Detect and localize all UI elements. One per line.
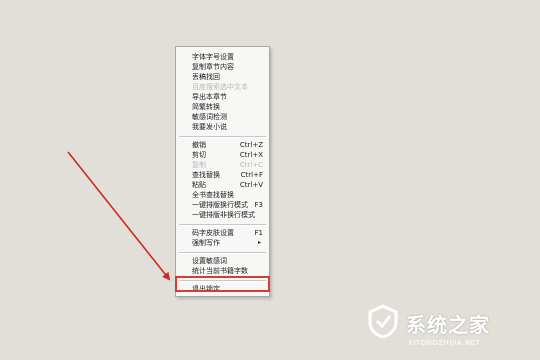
watermark-title: 系统之家 bbox=[406, 313, 490, 337]
shield-icon bbox=[368, 304, 398, 338]
watermark-logo: 系统之家 XITONGZHIJIA.NET bbox=[362, 302, 540, 360]
watermark-subtitle: XITONGZHIJIA.NET bbox=[408, 339, 481, 347]
